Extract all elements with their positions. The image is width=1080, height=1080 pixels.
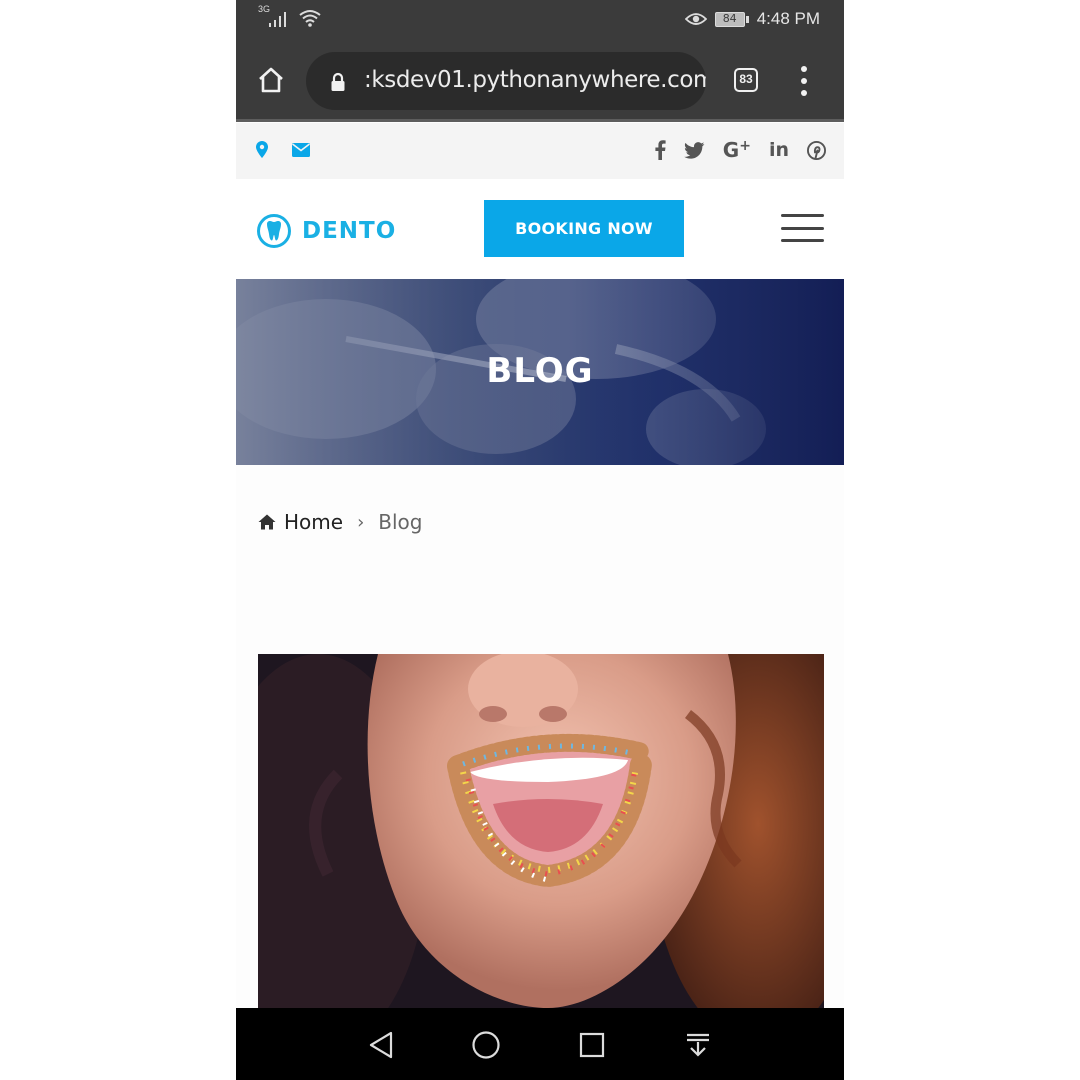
home-nav-button[interactable] [469, 1028, 503, 1062]
status-bar: 3G 84 4:48 PM [236, 0, 844, 40]
site-header: DENTO BOOKING NOW [236, 179, 844, 279]
signal-icon [269, 12, 287, 27]
top-info-bar: G + in [236, 123, 844, 179]
pull-down-icon [687, 1033, 709, 1057]
recents-square-icon [579, 1032, 605, 1058]
browser-menu-button[interactable] [796, 66, 812, 96]
battery-level: 84 [714, 11, 745, 27]
back-button[interactable] [364, 1028, 398, 1062]
wifi-icon [299, 10, 321, 27]
browser-home-button[interactable] [256, 65, 286, 95]
breadcrumb: Home › Blog [258, 510, 422, 534]
sprinkle-lips-photo [258, 654, 824, 1008]
logo-text: DENTO [302, 218, 397, 244]
phone-screen: 3G 84 4:48 PM:ksdev01.pythonanywhere.co… [236, 0, 844, 1080]
tooth-icon [257, 214, 291, 248]
tab-switcher-button[interactable]: 83 [734, 68, 758, 92]
breadcrumb-home-link[interactable]: Home [284, 510, 343, 534]
chevron-right-icon: › [357, 511, 365, 533]
notification-pull-button[interactable] [681, 1028, 715, 1062]
site-logo[interactable]: DENTO [256, 213, 396, 249]
home-icon [259, 67, 283, 93]
lock-icon [331, 72, 345, 91]
facebook-icon[interactable] [655, 138, 666, 162]
map-marker-icon[interactable] [256, 141, 268, 158]
linkedin-icon[interactable]: in [769, 138, 789, 162]
google-plus-icon[interactable]: G + [723, 138, 751, 162]
home-icon [258, 514, 276, 530]
url-text: :ksdev01.pythonanywhere.com [364, 67, 706, 93]
hamburger-menu-icon[interactable] [781, 214, 824, 242]
back-triangle-icon [369, 1031, 393, 1059]
envelope-icon[interactable] [292, 142, 310, 157]
android-navigation-bar [236, 1008, 844, 1080]
address-bar[interactable]: :ksdev01.pythonanywhere.com [306, 52, 706, 110]
clock: 4:48 PM [756, 9, 820, 28]
page-hero-banner: BLOG [236, 279, 844, 465]
page-title: BLOG [486, 351, 594, 391]
booking-now-button[interactable]: BOOKING NOW [484, 200, 684, 257]
home-circle-icon [472, 1031, 500, 1059]
breadcrumb-current: Blog [378, 510, 423, 534]
recents-button[interactable] [575, 1028, 609, 1062]
battery-icon: 84 [714, 11, 749, 27]
blog-post-image[interactable] [258, 654, 824, 1008]
eye-icon [684, 13, 707, 25]
browser-toolbar: :ksdev01.pythonanywhere.com 83 [236, 40, 844, 122]
pinterest-icon[interactable] [807, 138, 826, 162]
twitter-icon[interactable] [683, 138, 705, 162]
